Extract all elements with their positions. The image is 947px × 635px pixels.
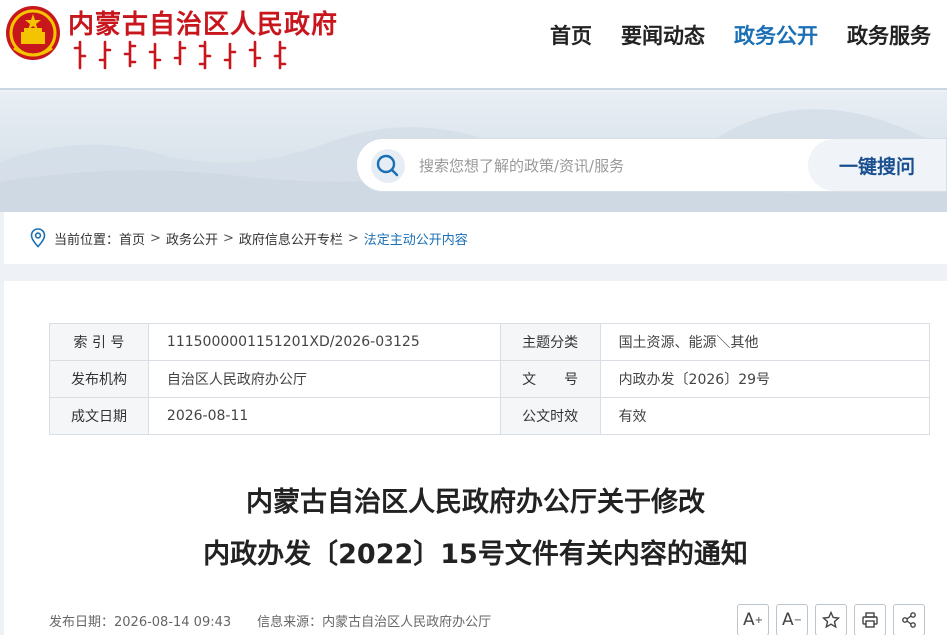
favorite-button[interactable]	[815, 604, 847, 635]
mongolian-script-icon	[73, 40, 287, 70]
star-icon	[822, 611, 840, 629]
search-button[interactable]: 一键搜问	[808, 139, 946, 191]
breadcrumb-separator: >	[150, 230, 161, 246]
index-label: 索 引 号	[49, 323, 149, 361]
breadcrumb-prefix: 当前位置：	[54, 232, 120, 248]
national-emblem-icon[interactable]	[4, 4, 62, 62]
breadcrumb-item-current[interactable]: 法定主动公开内容	[364, 229, 468, 248]
publish-info: 发布日期：2026-08-14 09:43 信息来源：内蒙古自治区人民政府办公厅	[49, 611, 491, 630]
printer-icon	[862, 612, 878, 628]
print-button[interactable]	[854, 604, 886, 635]
topic-value: 国土资源、能源＼其他	[599, 323, 931, 361]
document-title-line-2: 内政办发〔2022〕15号文件有关内容的通知	[203, 539, 748, 570]
site-header: 内蒙古自治区人民政府 首页 要闻动态 政务公开 政务服务	[0, 0, 947, 90]
font-larger-button[interactable]: A +	[737, 604, 769, 635]
main-nav: 首页 要闻动态 政务公开 政务服务	[521, 20, 931, 50]
breadcrumb-item-info-disclosure[interactable]: 政府信息公开专栏	[239, 229, 343, 248]
breadcrumb-item-government-affairs[interactable]: 政务公开	[166, 229, 218, 248]
date-value: 2026-08-11	[147, 397, 501, 435]
nav-item-news[interactable]: 要闻动态	[621, 20, 705, 50]
index-value: 1115000001151201XD/2026-03125	[147, 323, 501, 361]
document-title: 内蒙古自治区人民政府办公厅关于修改 内政办发〔2022〕15号文件有关内容的通知	[4, 477, 947, 581]
info-source: 信息来源：内蒙古自治区人民政府办公厅	[257, 615, 492, 630]
date-label: 成文日期	[49, 397, 149, 435]
search-box: 一键搜问	[356, 138, 947, 192]
topic-label: 主题分类	[499, 323, 601, 361]
breadcrumb-separator: >	[347, 230, 359, 246]
validity-label: 公文时效	[499, 397, 601, 435]
nav-item-government-affairs[interactable]: 政务公开	[734, 20, 818, 50]
share-icon	[902, 612, 916, 628]
search-input[interactable]	[419, 151, 799, 181]
table-row: 索 引 号 1115000001151201XD/2026-03125 主题分类…	[49, 323, 931, 361]
validity-value: 有效	[599, 397, 931, 435]
share-button[interactable]	[893, 604, 925, 635]
issuer-label: 发布机构	[49, 360, 149, 398]
docno-label: 文 号	[499, 360, 601, 398]
article-toolbar: A + A −	[737, 604, 925, 635]
search-banner: 一键搜问	[0, 92, 947, 212]
table-row: 成文日期 2026-08-11 公文时效 有效	[49, 397, 931, 435]
site-title[interactable]: 内蒙古自治区人民政府	[68, 4, 338, 41]
nav-item-government-services[interactable]: 政务服务	[847, 20, 931, 50]
issuer-value: 自治区人民政府办公厅	[147, 360, 501, 398]
search-icon[interactable]	[371, 149, 405, 183]
font-smaller-button[interactable]: A −	[776, 604, 808, 635]
document-metadata-table: 索 引 号 1115000001151201XD/2026-03125 主题分类…	[49, 323, 931, 435]
table-row: 发布机构 自治区人民政府办公厅 文 号 内政办发〔2026〕29号	[49, 360, 931, 398]
breadcrumb-separator: >	[222, 230, 234, 246]
document-content: 索 引 号 1115000001151201XD/2026-03125 主题分类…	[4, 281, 947, 635]
location-pin-icon	[30, 228, 46, 248]
docno-value: 内政办发〔2026〕29号	[599, 360, 931, 398]
publish-date: 发布日期：2026-08-14 09:43	[49, 615, 232, 630]
breadcrumb: 当前位置： 首页 > 政务公开 > 政府信息公开专栏 > 法定主动公开内容	[4, 212, 947, 264]
mongolian-script-title	[72, 40, 302, 70]
nav-item-home[interactable]: 首页	[550, 20, 592, 50]
document-title-line-1: 内蒙古自治区人民政府办公厅关于修改	[246, 487, 705, 518]
breadcrumb-item-home[interactable]: 首页	[119, 229, 145, 248]
